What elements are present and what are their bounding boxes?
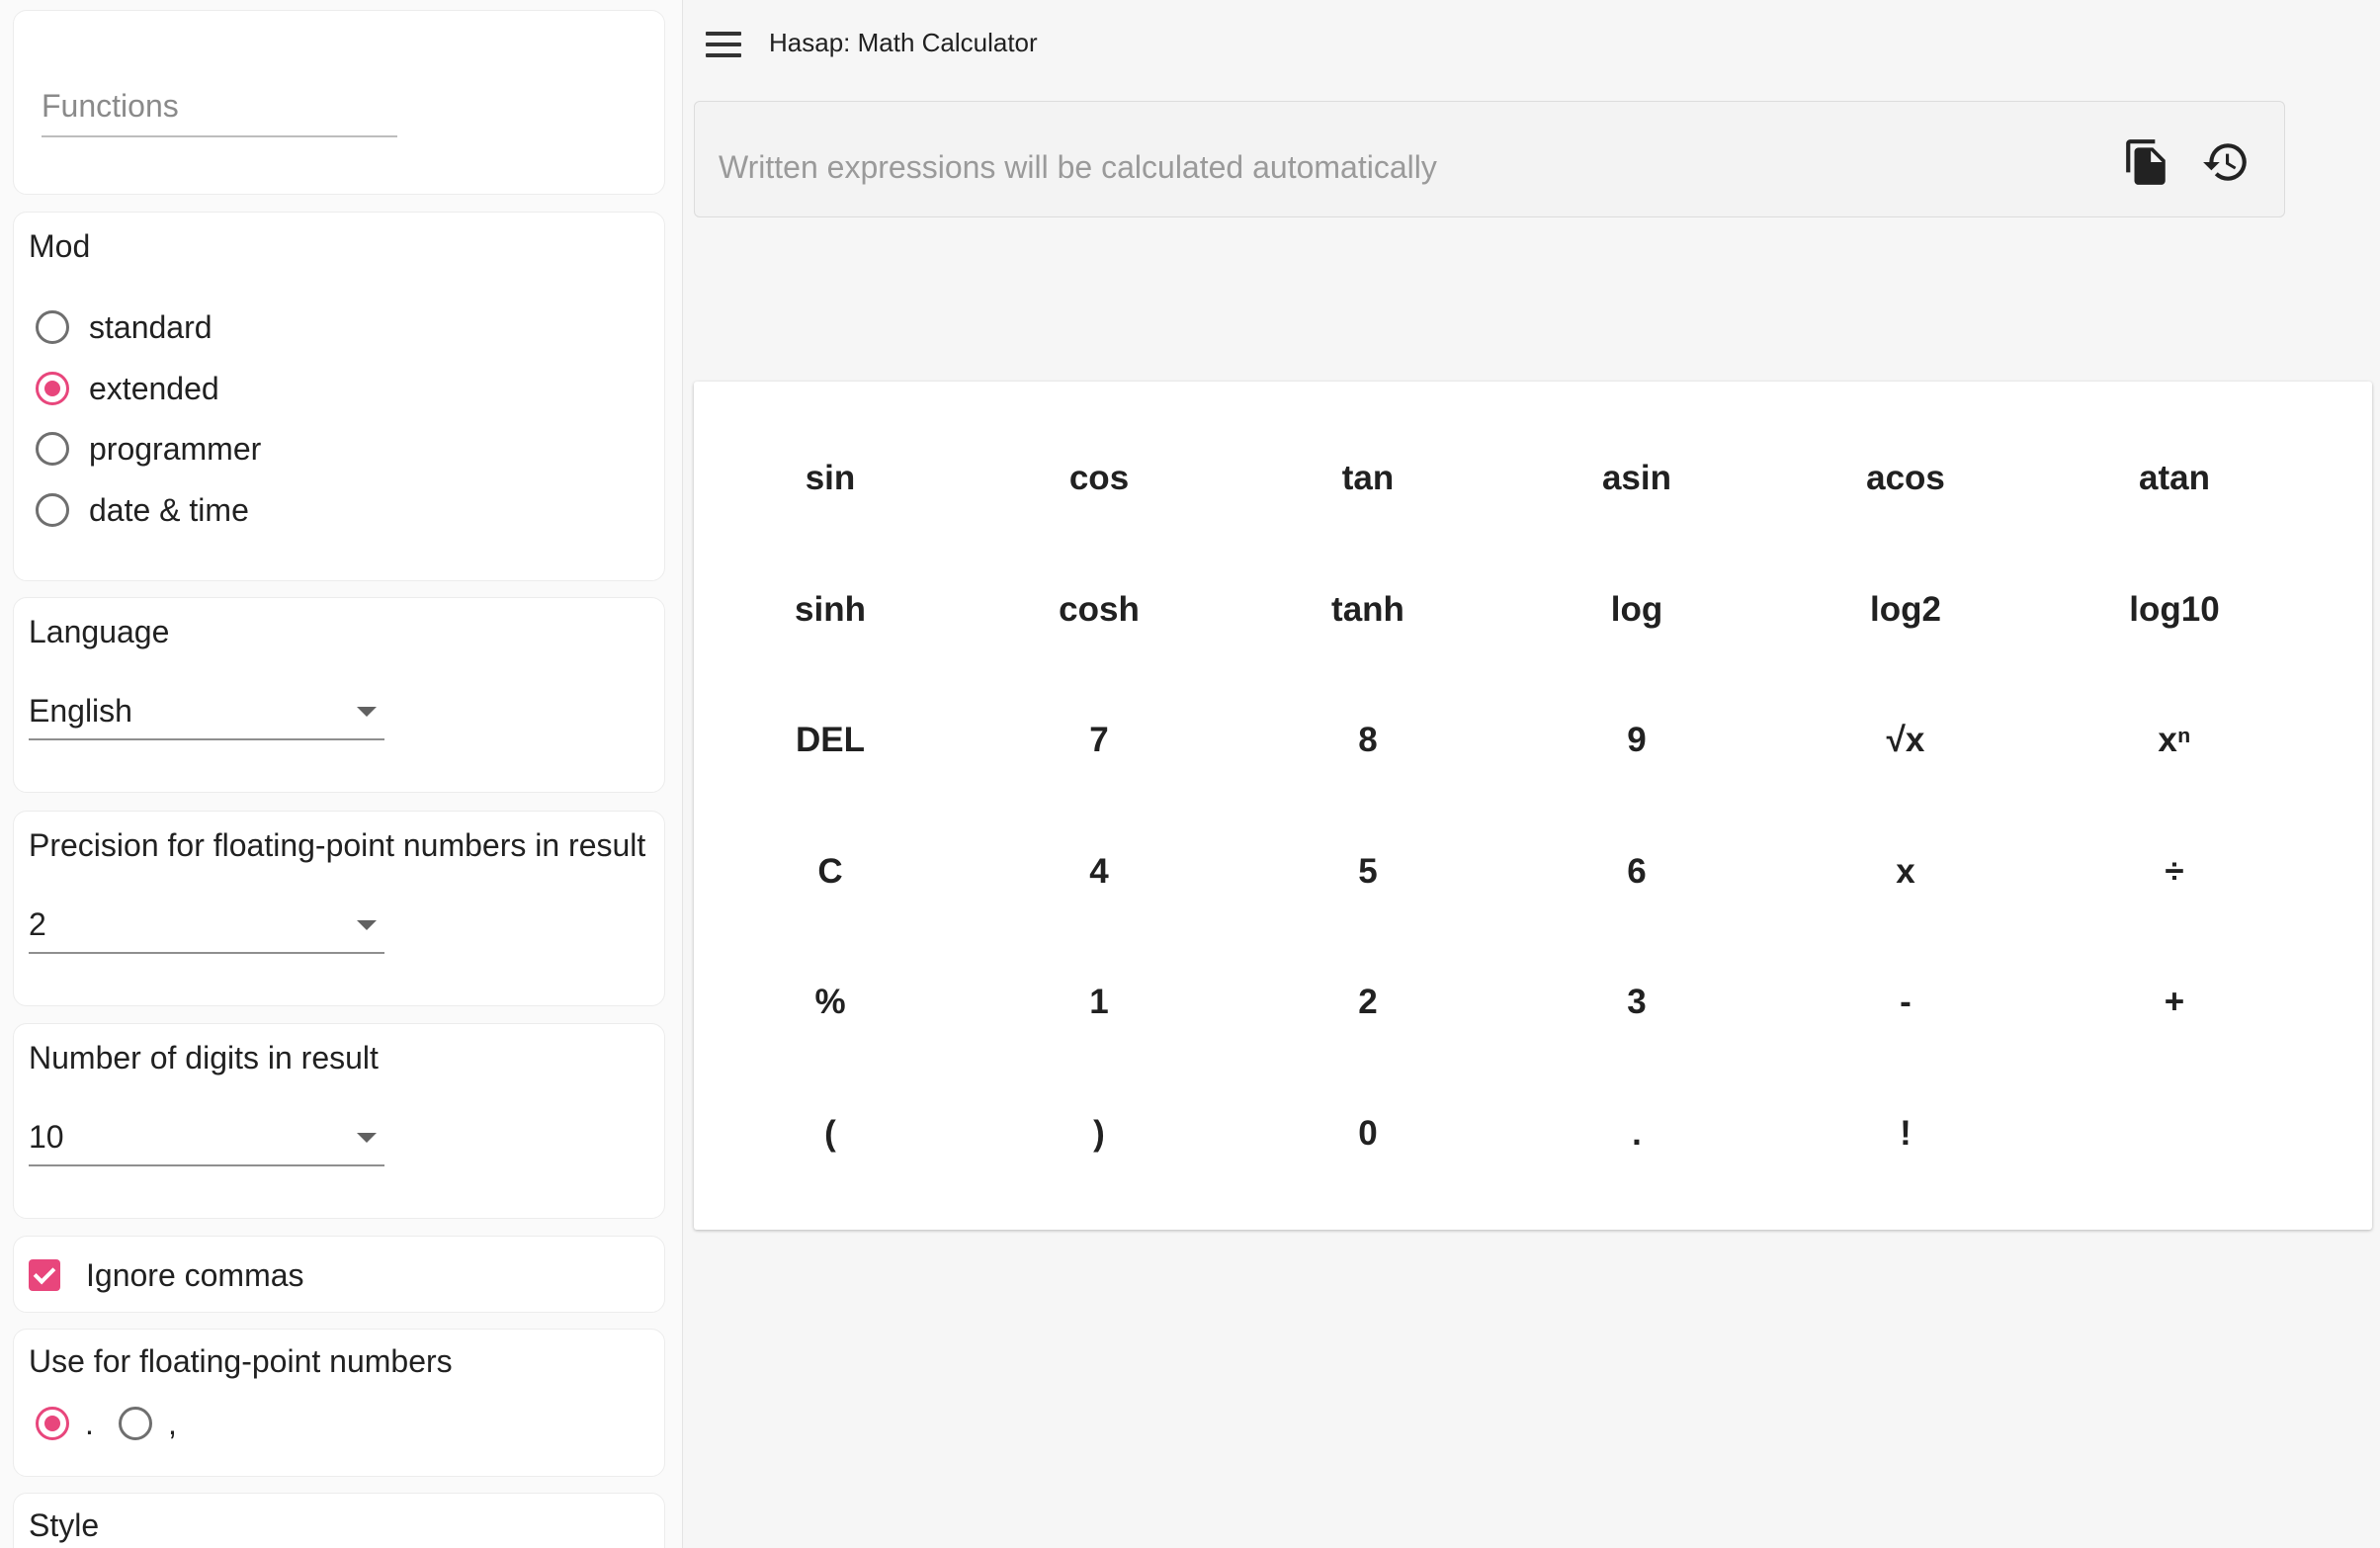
key-sqrt[interactable]: √x — [1771, 675, 2040, 806]
key-7[interactable]: 7 — [965, 675, 1233, 806]
history-icon[interactable] — [2201, 137, 2251, 187]
mod-option-extended[interactable]: extended — [36, 366, 219, 411]
key-decimal[interactable]: . — [1502, 1069, 1771, 1199]
key-asin[interactable]: asin — [1502, 413, 1771, 544]
key-cosh[interactable]: cosh — [965, 545, 1233, 675]
radio-label: date & time — [89, 491, 249, 528]
mod-card: Mod standard extended programmer date & … — [13, 212, 665, 581]
precision-value: 2 — [29, 906, 46, 942]
ignore-commas-checkbox-row[interactable]: Ignore commas — [29, 1252, 304, 1298]
ignore-commas-card: Ignore commas — [13, 1236, 665, 1313]
ignore-commas-checkbox[interactable] — [29, 1259, 60, 1291]
calculator-keypad: sin cos tan asin acos atan sinh cosh tan… — [694, 382, 2372, 1230]
radio-label: programmer — [89, 430, 262, 467]
hamburger-menu-icon[interactable] — [704, 30, 743, 59]
radio-button[interactable] — [36, 310, 69, 344]
radio-button[interactable] — [36, 432, 69, 466]
dropdown-arrow-icon — [357, 920, 377, 930]
mod-option-programmer[interactable]: programmer — [36, 426, 261, 472]
precision-title: Precision for floating-point numbers in … — [29, 827, 646, 863]
key-acos[interactable]: acos — [1771, 413, 2040, 544]
functions-input[interactable]: Functions — [42, 86, 397, 137]
radio-label: , — [168, 1405, 177, 1441]
key-2[interactable]: 2 — [1233, 937, 1502, 1068]
key-tan[interactable]: tan — [1233, 413, 1502, 544]
key-atan[interactable]: atan — [2040, 413, 2309, 544]
key-8[interactable]: 8 — [1233, 675, 1502, 806]
key-clear[interactable]: C — [696, 807, 965, 937]
language-card: Language English — [13, 597, 665, 793]
digits-card: Number of digits in result 10 — [13, 1023, 665, 1219]
functions-card: Functions — [13, 10, 665, 195]
digits-title: Number of digits in result — [29, 1040, 379, 1075]
radio-label: extended — [89, 370, 219, 406]
expression-input[interactable]: Written expressions will be calculated a… — [694, 101, 2285, 217]
digits-value: 10 — [29, 1119, 64, 1155]
key-factorial[interactable]: ! — [1771, 1069, 2040, 1199]
radio-button[interactable] — [36, 372, 69, 405]
dropdown-arrow-icon — [357, 707, 377, 717]
key-plus[interactable]: + — [2040, 937, 2309, 1068]
mod-option-standard[interactable]: standard — [36, 304, 212, 350]
key-cos[interactable]: cos — [965, 413, 1233, 544]
mod-option-date-time[interactable]: date & time — [36, 487, 249, 533]
precision-card: Precision for floating-point numbers in … — [13, 811, 665, 1006]
radio-button[interactable] — [119, 1407, 152, 1440]
radio-label: standard — [89, 308, 212, 345]
key-1[interactable]: 1 — [965, 937, 1233, 1068]
copy-icon[interactable] — [2122, 137, 2171, 187]
key-log2[interactable]: log2 — [1771, 545, 2040, 675]
key-divide[interactable]: ÷ — [2040, 807, 2309, 937]
key-6[interactable]: 6 — [1502, 807, 1771, 937]
app-title: Hasap: Math Calculator — [769, 28, 1038, 57]
separator-option-dot[interactable]: . — [36, 1401, 94, 1446]
radio-button[interactable] — [36, 493, 69, 527]
mod-title: Mod — [29, 228, 91, 264]
key-4[interactable]: 4 — [965, 807, 1233, 937]
language-title: Language — [29, 614, 170, 649]
radio-label: . — [85, 1405, 94, 1441]
digits-select[interactable]: 10 — [29, 1113, 384, 1166]
dropdown-arrow-icon — [357, 1133, 377, 1143]
expression-placeholder: Written expressions will be calculated a… — [719, 149, 1437, 185]
key-del[interactable]: DEL — [696, 675, 965, 806]
radio-button[interactable] — [36, 1407, 69, 1440]
settings-sidebar: Functions Mod standard extended programm… — [0, 0, 683, 1548]
key-power[interactable]: xⁿ — [2040, 675, 2309, 806]
style-title: Style — [29, 1507, 100, 1543]
key-close-paren[interactable]: ) — [965, 1069, 1233, 1199]
key-log[interactable]: log — [1502, 545, 1771, 675]
key-open-paren[interactable]: ( — [696, 1069, 965, 1199]
language-value: English — [29, 693, 132, 729]
precision-select[interactable]: 2 — [29, 901, 384, 954]
key-tanh[interactable]: tanh — [1233, 545, 1502, 675]
key-percent[interactable]: % — [696, 937, 965, 1068]
key-sinh[interactable]: sinh — [696, 545, 965, 675]
key-multiply[interactable]: x — [1771, 807, 2040, 937]
key-sin[interactable]: sin — [696, 413, 965, 544]
separator-card: Use for floating-point numbers . , — [13, 1329, 665, 1477]
ignore-commas-label: Ignore commas — [86, 1256, 304, 1293]
key-minus[interactable]: - — [1771, 937, 2040, 1068]
key-3[interactable]: 3 — [1502, 937, 1771, 1068]
key-0[interactable]: 0 — [1233, 1069, 1502, 1199]
key-9[interactable]: 9 — [1502, 675, 1771, 806]
key-log10[interactable]: log10 — [2040, 545, 2309, 675]
separator-title: Use for floating-point numbers — [29, 1343, 453, 1379]
language-select[interactable]: English — [29, 687, 384, 740]
key-5[interactable]: 5 — [1233, 807, 1502, 937]
separator-option-comma[interactable]: , — [119, 1401, 177, 1446]
style-card: Style — [13, 1493, 665, 1548]
